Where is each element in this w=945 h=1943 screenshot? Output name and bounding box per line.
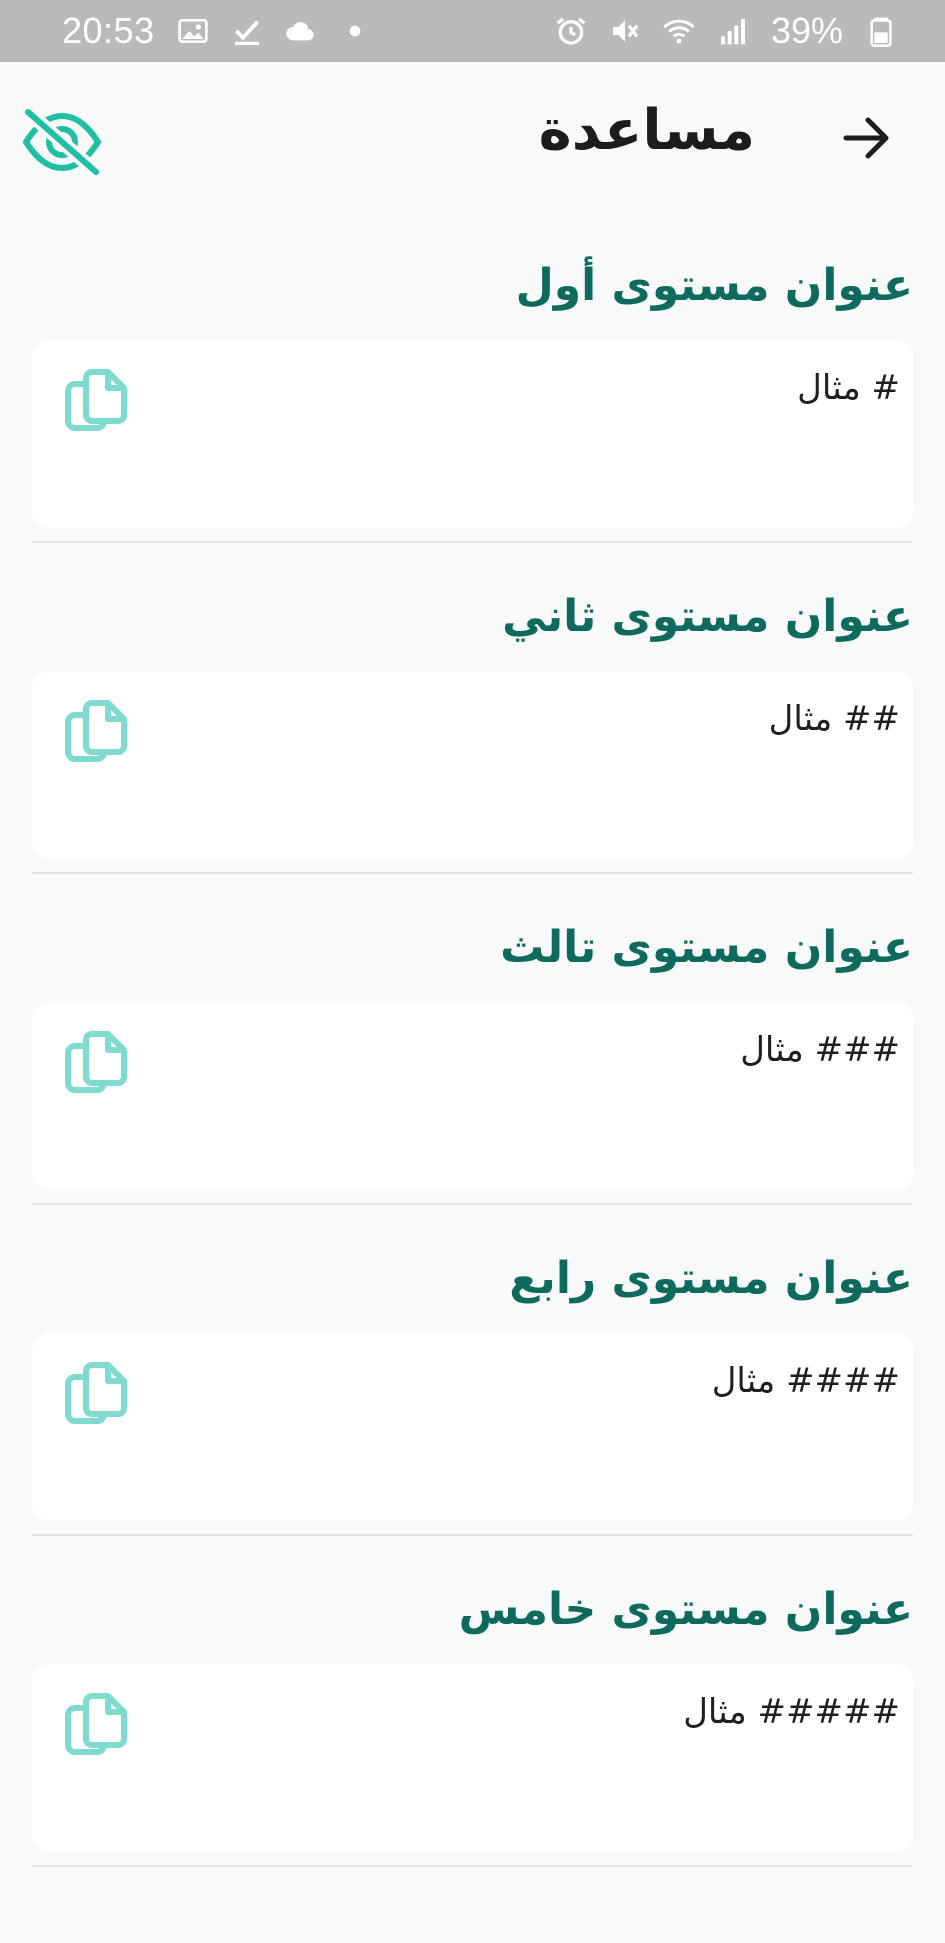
mute-icon [609,15,641,47]
example-card: ### مثال [32,1002,914,1190]
copy-icon [65,1693,127,1755]
page-title: مساعدة [538,98,755,163]
copy-icon [65,369,127,431]
image-icon [177,15,209,47]
copy-button[interactable] [60,1688,132,1760]
example-text[interactable]: # مثال [797,368,900,408]
cloud-icon [285,15,317,47]
copy-button[interactable] [60,1357,132,1429]
copy-button[interactable] [60,1026,132,1098]
help-sections: عنوان مستوى أول # مثال عنوان مستوى ثاني … [0,212,945,1867]
status-bar: 20:53 39% [0,0,945,62]
copy-icon [65,700,127,762]
copy-button[interactable] [60,364,132,436]
heading-section-3: عنوان مستوى تالث ### مثال [0,874,945,1205]
eye-off-icon[interactable] [20,100,104,184]
heading-section-2: عنوان مستوى ثاني ## مثال [0,543,945,874]
section-title: عنوان مستوى أول [515,260,913,311]
example-card: # مثال [32,340,914,528]
copy-icon [65,1362,127,1424]
back-button[interactable] [835,106,899,170]
example-text[interactable]: #### مثال [712,1361,900,1401]
example-text[interactable]: ### مثال [740,1030,900,1070]
section-title: عنوان مستوى خامس [458,1584,913,1635]
heading-section-5: عنوان مستوى خامس ##### مثال [0,1536,945,1867]
dot-icon [339,15,371,47]
app-bar: مساعدة [0,62,945,212]
heading-section-1: عنوان مستوى أول # مثال [0,212,945,543]
section-title: عنوان مستوى تالث [500,922,913,973]
section-title: عنوان مستوى رابع [509,1253,913,1304]
check-icon [231,15,263,47]
status-time: 20:53 [62,10,155,51]
example-card: ## مثال [32,671,914,859]
arrow-right-icon [843,117,889,159]
example-card: #### مثال [32,1333,914,1521]
copy-icon [65,1031,127,1093]
wifi-icon [663,15,695,47]
example-text[interactable]: ## مثال [769,699,900,739]
battery-icon [865,15,897,47]
signal-icon [717,15,749,47]
section-divider [32,1865,913,1867]
example-card: ##### مثال [32,1664,914,1852]
status-bar-right: 39% [555,10,897,52]
alarm-icon [555,15,587,47]
battery-percentage: 39% [770,10,843,51]
example-text[interactable]: ##### مثال [683,1692,900,1732]
copy-button[interactable] [60,695,132,767]
status-bar-left: 20:53 [62,10,371,52]
heading-section-4: عنوان مستوى رابع #### مثال [0,1205,945,1536]
section-title: عنوان مستوى ثاني [502,591,913,642]
